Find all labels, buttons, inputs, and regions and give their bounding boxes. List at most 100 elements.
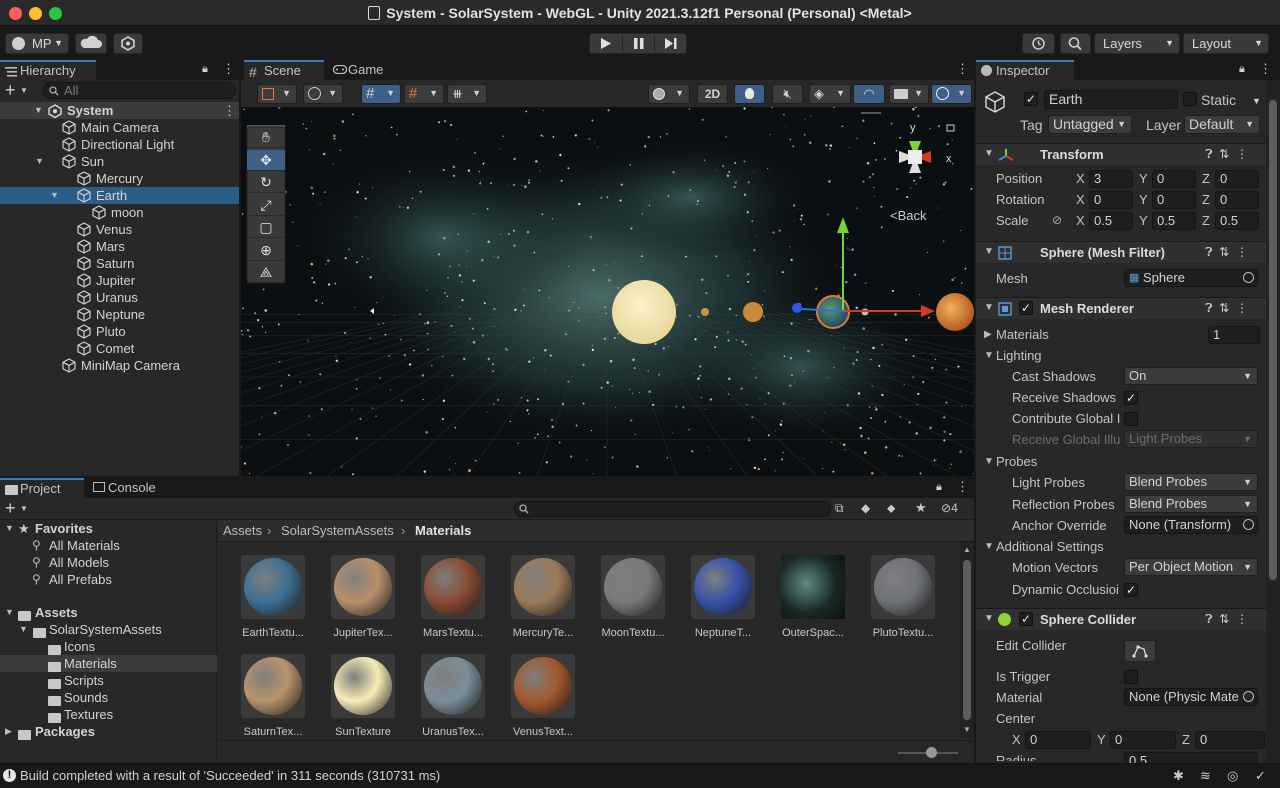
more-icon[interactable]: ⋮ [1259, 61, 1272, 77]
material-asset[interactable]: OuterSpac... [770, 555, 856, 639]
probes-label[interactable]: Probes [996, 454, 1037, 469]
link-icon[interactable]: ⊘ [1052, 213, 1062, 227]
hierarchy-item[interactable]: Main Camera [0, 119, 239, 136]
materials-count-field[interactable]: 1 [1208, 326, 1260, 344]
expand-arrow-icon[interactable]: ▼ [984, 350, 994, 361]
layer-dropdown[interactable]: Default ▼ [1184, 115, 1260, 134]
filter-type-icon[interactable]: ◆ [861, 501, 870, 515]
radius-field[interactable]: 0.5 [1124, 752, 1258, 763]
more-icon[interactable]: ⋮ [1236, 147, 1248, 161]
z-axis-cap[interactable] [792, 303, 802, 313]
tag-dropdown[interactable]: Untagged ▼ [1048, 115, 1132, 134]
search-by-type-icon[interactable]: ⧉ [835, 501, 844, 516]
tab-game[interactable]: Game [328, 60, 400, 80]
object-picker-icon[interactable] [1243, 691, 1254, 702]
packages-row[interactable]: ▶ Packages [0, 723, 217, 740]
expand-arrow-icon[interactable]: ▼ [34, 102, 43, 119]
breadcrumb-assets[interactable]: Assets [223, 523, 262, 538]
preset-icon[interactable]: ⇅ [1219, 301, 1229, 315]
folder-item[interactable]: ▼ SolarSystemAssets [0, 621, 217, 638]
favorite-item[interactable]: ⚲ All Materials [0, 537, 217, 554]
axis-x-label[interactable]: X [1012, 732, 1021, 747]
expand-arrow-icon[interactable]: ▼ [35, 153, 44, 170]
help-icon[interactable]: ❓︎ [1205, 245, 1212, 259]
mesh-field[interactable]: ▦ Sphere [1124, 269, 1258, 287]
reflection-probes-dropdown[interactable]: Blend Probes ▼ [1124, 495, 1258, 513]
mesh-renderer-header[interactable]: ▼ ✓ Mesh Renderer ❓︎ ⇅ ⋮ [976, 297, 1266, 319]
more-icon[interactable]: ⋮ [1236, 612, 1248, 626]
help-icon[interactable]: ❓︎ [1205, 147, 1212, 161]
motion-vectors-dropdown[interactable]: Per Object Motion ▼ [1124, 558, 1258, 576]
mercury-object[interactable] [701, 308, 709, 316]
receive-shadows-checkbox[interactable]: ✓ [1124, 391, 1138, 405]
scale-tool-button[interactable]: ⤢ [247, 195, 285, 216]
contribute-gi-checkbox[interactable] [1124, 412, 1138, 426]
layers-dropdown[interactable]: Layers ▼ [1094, 33, 1180, 54]
chevron-down-icon[interactable]: ▼ [20, 86, 28, 95]
inspector-scrollbar[interactable] [1266, 80, 1280, 763]
help-icon[interactable]: ❓︎ [1205, 612, 1212, 626]
material-asset[interactable]: PlutoTextu... [860, 555, 946, 639]
sphere-collider-enabled-checkbox[interactable]: ✓ [1019, 612, 1033, 626]
back-button[interactable]: <Back [890, 208, 927, 223]
preset-icon[interactable]: ⇅ [1219, 245, 1229, 259]
axis-x-label[interactable]: X [1076, 192, 1085, 207]
rect-tool-button[interactable]: ▢ [247, 217, 285, 238]
layout-dropdown[interactable]: Layout ▼ [1183, 33, 1269, 54]
audio-toggle[interactable]: 🔇︎ [772, 84, 803, 104]
component-header-icons[interactable]: ❓︎ ⇅ ⋮ [1205, 612, 1248, 627]
folder-item[interactable]: Sounds [0, 689, 217, 706]
component-header-icons[interactable]: ❓︎ ⇅ ⋮ [1205, 147, 1248, 162]
axis-z-label[interactable]: Z [1202, 213, 1210, 228]
collider-material-field[interactable]: None (Physic Mate [1124, 688, 1258, 706]
position-y-field[interactable]: 0 [1152, 170, 1196, 188]
hierarchy-item[interactable]: ▼ Sun [0, 153, 239, 170]
chevron-down-icon[interactable]: ▼ [20, 504, 28, 513]
scale-y-field[interactable]: 0.5 [1152, 212, 1196, 230]
axis-y-label[interactable]: Y [1139, 171, 1148, 186]
hierarchy-item[interactable]: Jupiter [0, 272, 239, 289]
rotate-tool-button[interactable]: ↻ [247, 172, 285, 193]
expand-arrow-icon[interactable]: ▼ [984, 246, 994, 257]
scrollbar-thumb[interactable] [963, 560, 971, 720]
scene-row[interactable]: ▼ System ⋮ [0, 102, 239, 119]
gizmos-dropdown[interactable]: ▼ [931, 84, 972, 104]
component-header-icons[interactable]: ❓︎ ⇅ ⋮ [1205, 245, 1248, 260]
position-z-field[interactable]: 0 [1215, 170, 1259, 188]
position-x-field[interactable]: 3 [1089, 170, 1133, 188]
scene-view-canvas[interactable] [241, 107, 974, 476]
expand-arrow-icon[interactable]: ▼ [984, 456, 994, 467]
hierarchy-item[interactable]: Neptune [0, 306, 239, 323]
folder-item[interactable]: Icons [0, 638, 217, 655]
expand-arrow-icon[interactable]: ▼ [19, 621, 28, 638]
scroll-down-icon[interactable]: ▼ [963, 725, 971, 734]
more-icon[interactable]: ⋮ [223, 102, 236, 119]
icon-size-slider-thumb[interactable] [926, 747, 937, 758]
expand-arrow-icon[interactable]: ▼ [984, 302, 994, 313]
more-icon[interactable]: ⋮ [222, 61, 235, 77]
increment-snap-dropdown[interactable]: # ▼ [404, 84, 444, 104]
stack-icon[interactable]: ≋ [1200, 768, 1211, 784]
object-picker-icon[interactable] [1243, 519, 1254, 530]
axis-z-label[interactable]: Z [1182, 732, 1190, 747]
check-circle-icon[interactable]: ✓ [1255, 768, 1266, 784]
more-icon[interactable]: ⋮ [956, 479, 969, 495]
tab-project[interactable]: Project [0, 478, 84, 498]
favorite-item[interactable]: ⚲ All Prefabs [0, 571, 217, 588]
material-asset[interactable]: SaturnTex... [230, 654, 316, 738]
more-icon[interactable]: ⋮ [1236, 301, 1248, 315]
dynamic-occlusion-checkbox[interactable]: ✓ [1124, 583, 1138, 597]
expand-arrow-icon[interactable]: ▼ [50, 187, 59, 204]
rotation-z-field[interactable]: 0 [1215, 191, 1259, 209]
preset-icon[interactable]: ⇅ [1219, 147, 1229, 161]
preset-icon[interactable]: ⇅ [1219, 612, 1229, 626]
hierarchy-item[interactable]: Comet [0, 340, 239, 357]
globe-icon[interactable]: ◎ [1227, 768, 1238, 784]
tab-inspector[interactable]: Inspector [976, 60, 1074, 80]
lighting-label[interactable]: Lighting [996, 348, 1042, 363]
hierarchy-item[interactable]: MiniMap Camera [0, 357, 239, 374]
material-asset[interactable]: SunTexture [320, 654, 406, 738]
add-icon[interactable]: + [5, 498, 16, 518]
lighting-toggle[interactable] [734, 84, 765, 104]
folder-item[interactable]: Textures [0, 706, 217, 723]
